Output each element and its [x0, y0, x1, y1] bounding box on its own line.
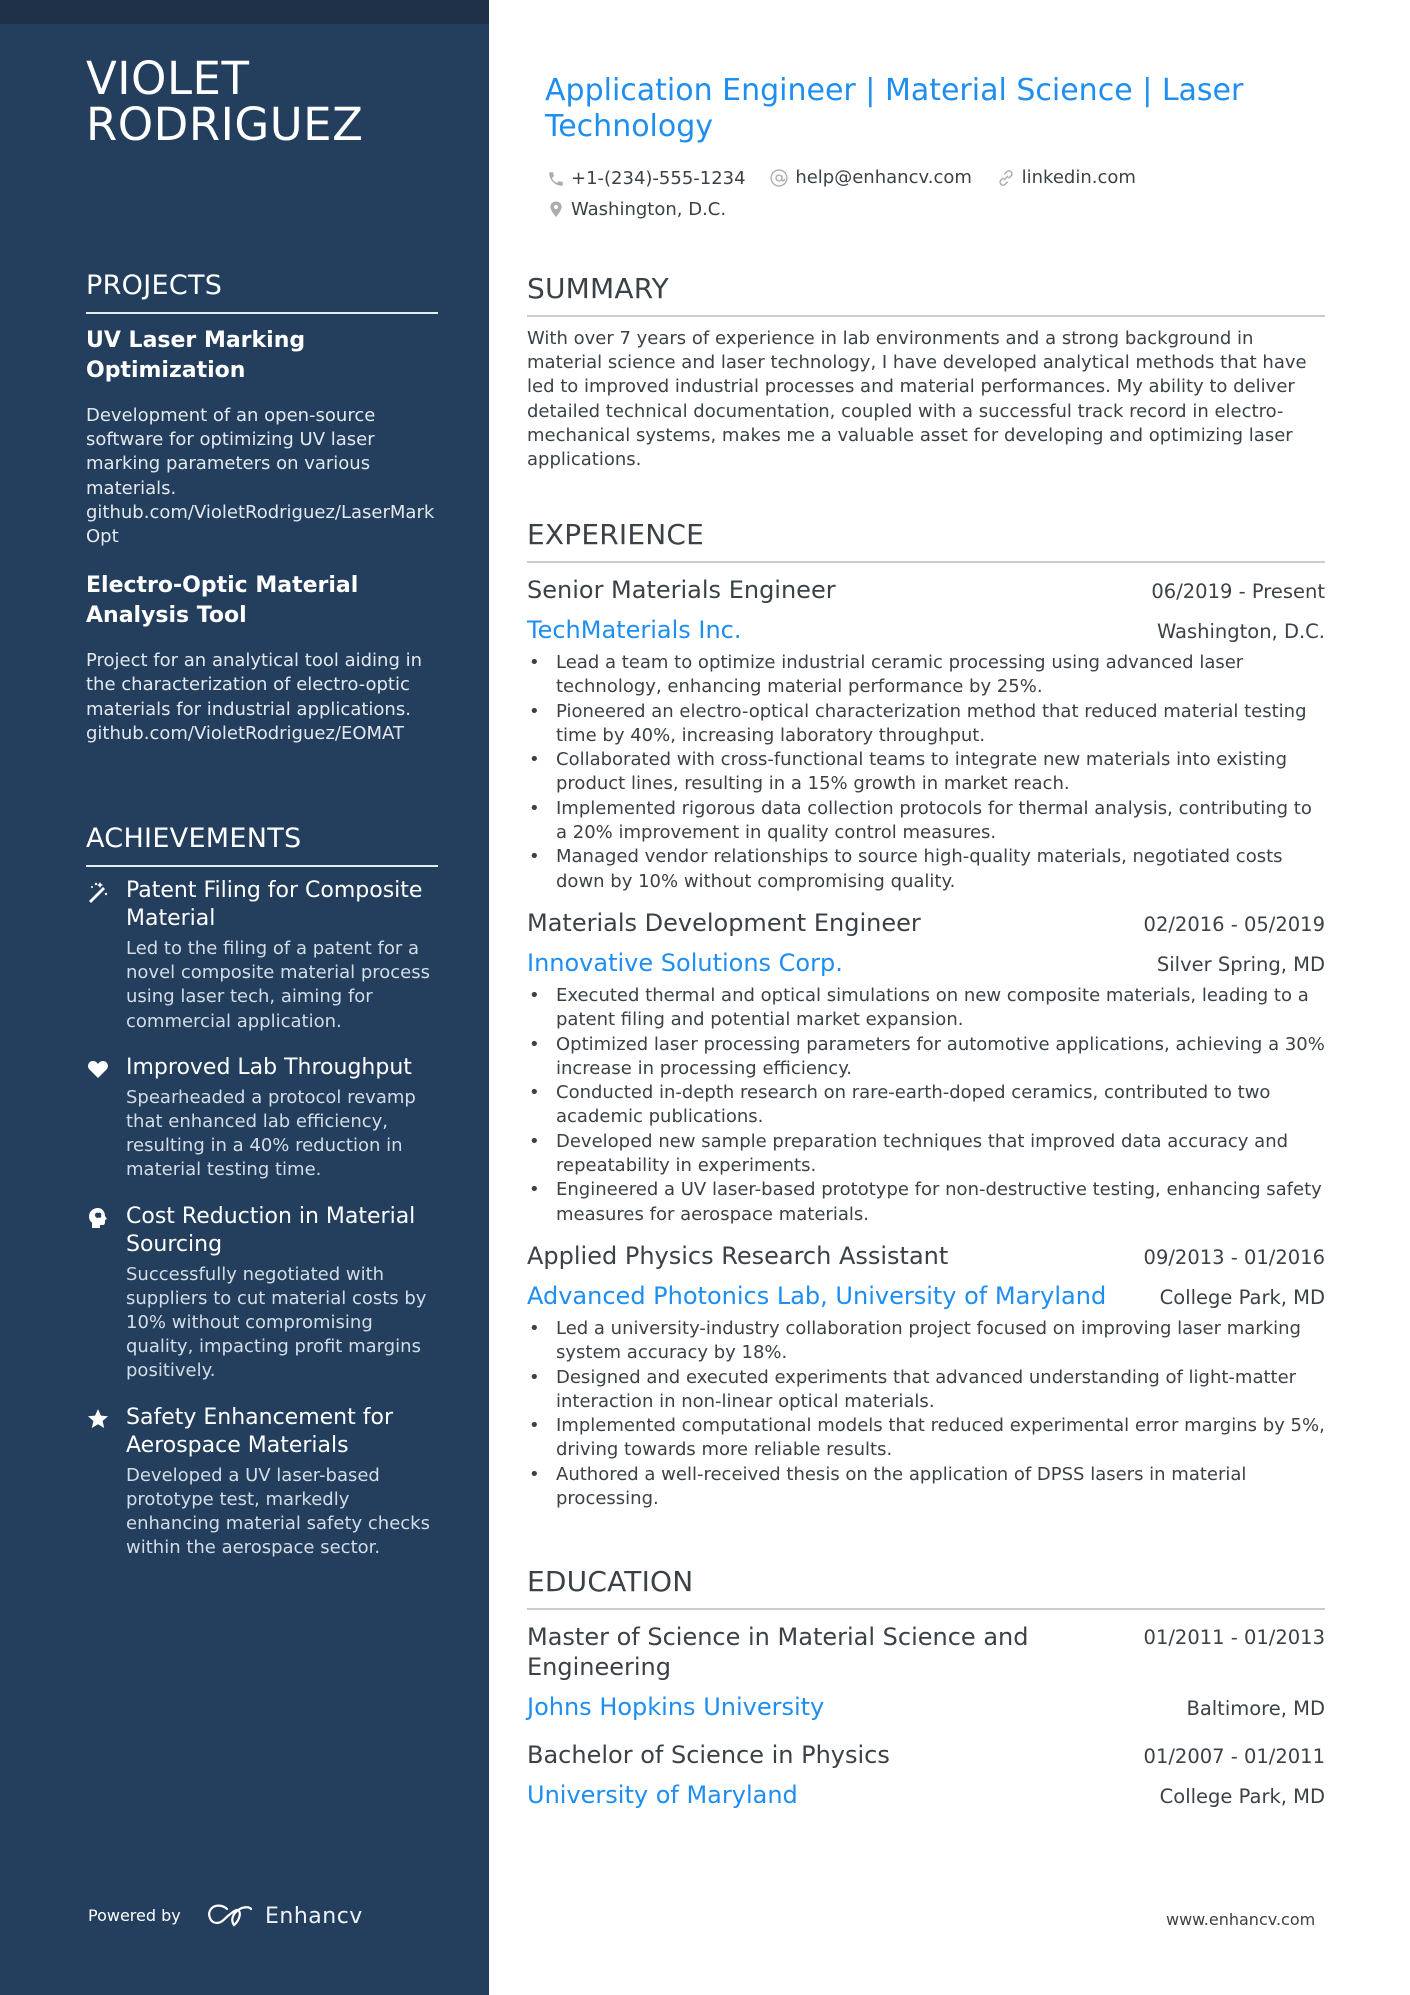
bullet-item: Implemented rigorous data collection pro… [527, 797, 1325, 846]
bullet-item: Developed new sample preparation techniq… [527, 1130, 1325, 1179]
bullet-item: Authored a well-received thesis on the a… [527, 1463, 1325, 1512]
education-location: College Park, MD [1159, 1785, 1325, 1808]
experience-section: EXPERIENCE Senior Materials Engineer 06/… [527, 518, 1325, 1511]
job-entry: Senior Materials Engineer 06/2019 - Pres… [527, 575, 1325, 894]
bullet-item: Implemented computational models that re… [527, 1414, 1325, 1463]
achievement-description: Led to the filing of a patent for a nove… [126, 938, 431, 1032]
education-entry: Master of Science in Material Science an… [527, 1622, 1325, 1722]
project-description: Project for an analytical tool aiding in… [86, 650, 422, 720]
achievement-item: Patent Filing for Composite Material Led… [86, 877, 438, 1034]
achievement-description: Spearheaded a protocol revamp that enhan… [126, 1086, 416, 1181]
job-location: Silver Spring, MD [1156, 952, 1325, 976]
job-dates: 02/2016 - 05/2019 [1143, 912, 1325, 936]
powered-by-label: Powered by [88, 1906, 181, 1925]
school-name[interactable]: University of Maryland [527, 1780, 798, 1810]
contact-info: +1-(234)-555-1234 help@enhancv.com linke… [547, 164, 1247, 227]
job-dates: 06/2019 - Present [1151, 580, 1325, 603]
project-link[interactable]: github.com/VioletRodriguez/EOMAT [86, 722, 438, 746]
candidate-name: VIOLET RODRIGUEZ [86, 52, 364, 151]
company-name[interactable]: Advanced Photonics Lab, University of Ma… [527, 1281, 1106, 1311]
summary-heading: SUMMARY [527, 272, 669, 305]
company-name[interactable]: TechMaterials Inc. [527, 615, 742, 645]
summary-text: With over 7 years of experience in lab e… [527, 328, 1307, 471]
bullet-item: Led a university-industry collaboration … [527, 1317, 1325, 1366]
contact-email[interactable]: help@enhancv.com [769, 164, 972, 191]
education-dates: 01/2007 - 01/2011 [1143, 1745, 1325, 1768]
achievement-item: Safety Enhancement for Aerospace Materia… [86, 1404, 438, 1561]
projects-section: PROJECTS UV Laser Marking Optimization D… [86, 270, 438, 746]
brain-head-icon [86, 1206, 110, 1230]
enhancv-logo-icon [208, 1904, 253, 1927]
education-dates: 01/2011 - 01/2013 [1143, 1626, 1325, 1649]
bullet-item: Conducted in-depth research on rare-eart… [527, 1081, 1325, 1130]
education-entry: Bachelor of Science in Physics 01/2007 -… [527, 1740, 1325, 1810]
job-bullets: Lead a team to optimize industrial ceram… [527, 651, 1325, 894]
enhancv-logo[interactable]: Enhancv [207, 1902, 363, 1930]
footer-url[interactable]: www.enhancv.com [1166, 1910, 1315, 1929]
job-title: Applied Physics Research Assistant [527, 1241, 949, 1270]
achievement-title: Patent Filing for Composite Material [126, 878, 423, 931]
bullet-item: Engineered a UV laser-based prototype fo… [527, 1178, 1325, 1227]
section-divider [527, 315, 1325, 317]
section-divider [86, 312, 438, 314]
job-title: Senior Materials Engineer [527, 576, 836, 604]
job-dates: 09/2013 - 01/2016 [1143, 1245, 1325, 1269]
enhancv-brand: Enhancv [265, 1903, 363, 1929]
section-divider [527, 1608, 1325, 1610]
projects-heading: PROJECTS [86, 270, 223, 301]
job-entry: Applied Physics Research Assistant 09/20… [527, 1241, 1325, 1511]
project-item: UV Laser Marking Optimization Developmen… [86, 326, 438, 549]
at-icon [770, 168, 788, 187]
project-title: UV Laser Marking Optimization [86, 328, 306, 383]
heart-icon [86, 1057, 110, 1081]
project-title: Electro-Optic Material Analysis Tool [86, 573, 359, 629]
project-item: Electro-Optic Material Analysis Tool Pro… [86, 571, 438, 746]
job-bullets: Led a university-industry collaboration … [527, 1317, 1325, 1511]
education-heading: EDUCATION [527, 1565, 694, 1598]
contact-phone[interactable]: +1-(234)-555-1234 [547, 165, 746, 192]
sidebar-top-band [0, 0, 489, 24]
achievement-title: Cost Reduction in Material Sourcing [126, 1203, 416, 1257]
education-location: Baltimore, MD [1186, 1697, 1325, 1720]
job-location: Washington, D.C. [1156, 620, 1325, 643]
link-icon [998, 169, 1013, 186]
achievement-title: Improved Lab Throughput [126, 1054, 412, 1080]
company-name[interactable]: Innovative Solutions Corp. [527, 948, 843, 978]
job-title: Materials Development Engineer [527, 908, 921, 937]
achievements-section: ACHIEVEMENTS Patent Filing for Composite… [86, 823, 438, 1560]
bullet-item: Pioneered an electro-optical characteriz… [527, 700, 1325, 749]
degree: Bachelor of Science in Physics [527, 1741, 890, 1769]
contact-location: Washington, D.C. [547, 196, 726, 223]
magic-wand-icon [86, 880, 110, 904]
achievement-item: Cost Reduction in Material Sourcing Succ… [86, 1203, 438, 1384]
bullet-item: Lead a team to optimize industrial ceram… [527, 651, 1325, 700]
section-divider [86, 865, 438, 867]
headline: Application Engineer | Material Science … [545, 73, 1244, 144]
phone-icon [549, 171, 563, 186]
achievement-title: Safety Enhancement for Aerospace Materia… [126, 1404, 393, 1458]
experience-heading: EXPERIENCE [527, 518, 705, 551]
degree: Master of Science in Material Science an… [527, 1623, 1029, 1681]
achievement-item: Improved Lab Throughput Spearheaded a pr… [86, 1054, 438, 1183]
bullet-item: Managed vendor relationships to source h… [527, 845, 1325, 894]
achievement-description: Successfully negotiated with suppliers t… [126, 1263, 427, 1382]
achievements-heading: ACHIEVEMENTS [86, 823, 302, 854]
star-icon [86, 1407, 110, 1431]
section-divider [527, 561, 1325, 563]
bullet-item: Collaborated with cross-functional teams… [527, 748, 1325, 797]
achievement-description: Developed a UV laser-based prototype tes… [126, 1464, 430, 1559]
bullet-item: Designed and executed experiments that a… [527, 1366, 1325, 1415]
education-section: EDUCATION Master of Science in Material … [527, 1565, 1325, 1810]
contact-linkedin[interactable]: linkedin.com [996, 164, 1136, 191]
project-link[interactable]: github.com/VioletRodriguez/LaserMarkOpt [86, 501, 438, 549]
project-description: Development of an open-source software f… [86, 405, 376, 499]
school-name[interactable]: Johns Hopkins University [527, 1692, 824, 1722]
job-entry: Materials Development Engineer 02/2016 -… [527, 908, 1325, 1227]
job-location: College Park, MD [1159, 1285, 1325, 1309]
summary-section: SUMMARY With over 7 years of experience … [527, 272, 1325, 472]
bullet-item: Executed thermal and optical simulations… [527, 984, 1325, 1033]
job-bullets: Executed thermal and optical simulations… [527, 984, 1325, 1227]
map-pin-icon [550, 201, 562, 217]
bullet-item: Optimized laser processing parameters fo… [527, 1033, 1325, 1082]
